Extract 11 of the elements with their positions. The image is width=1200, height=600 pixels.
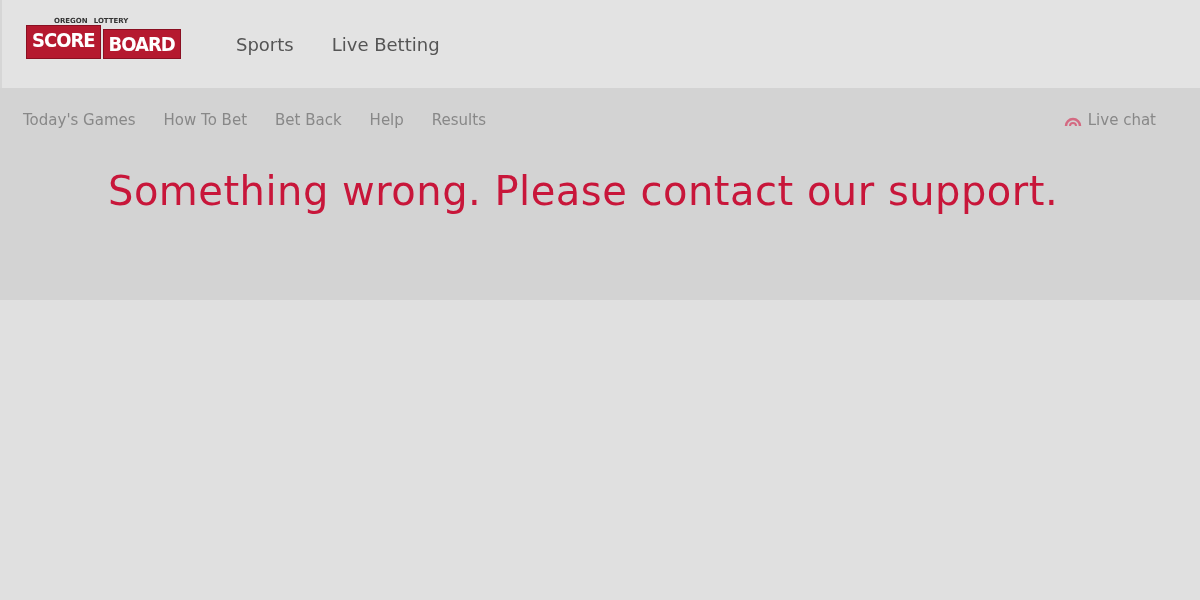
nav-link[interactable]: Live Betting xyxy=(331,33,440,55)
subnav-link[interactable]: How To Bet xyxy=(163,111,247,129)
subnav-link[interactable]: Help xyxy=(369,111,404,129)
subnav-link[interactable]: Results xyxy=(431,111,486,129)
error-message: Something wrong. Please contact our support. xyxy=(108,168,1060,214)
nav-link[interactable]: Sports xyxy=(236,33,294,55)
subnav-link[interactable]: Bet Back xyxy=(275,111,342,129)
logo-plate: BOARD xyxy=(102,29,181,59)
live-chat-link[interactable]: Live chat xyxy=(1063,111,1156,129)
logo-plate: SCORE xyxy=(26,25,101,59)
subnav-link[interactable]: Today's Games xyxy=(23,111,136,129)
